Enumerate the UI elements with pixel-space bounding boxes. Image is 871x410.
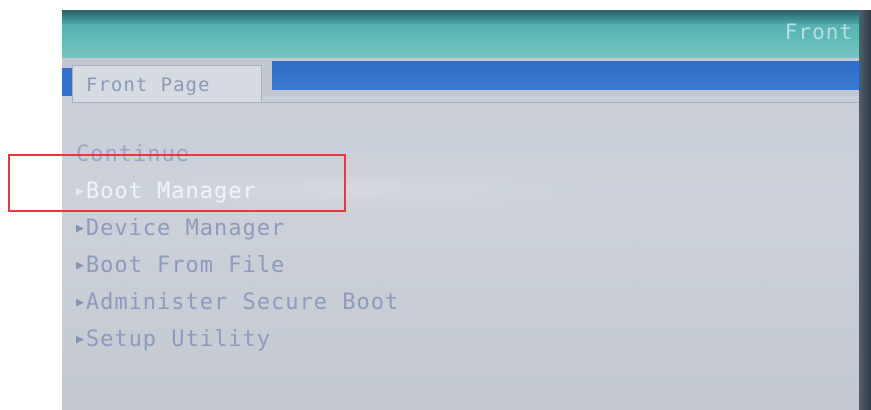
menu-item-label: Boot From File <box>85 253 286 278</box>
menu-item-administer-secure-boot[interactable]: ▶Administer Secure Boot <box>76 284 399 321</box>
menu-item-label: Setup Utility <box>85 327 272 352</box>
menu-item-boot-manager[interactable]: ▶Boot Manager <box>76 173 399 210</box>
header-shadow <box>62 10 871 24</box>
menu-item-label: Boot Manager <box>85 179 257 204</box>
menu-item-label: Administer Secure Boot <box>85 290 400 315</box>
triangle-right-icon: ▶ <box>76 295 85 310</box>
triangle-right-icon: ▶ <box>76 221 85 236</box>
menu-item-boot-from-file[interactable]: ▶Boot From File <box>76 247 399 284</box>
triangle-right-icon: ▶ <box>76 184 85 199</box>
menu-item-continue[interactable]: Continue <box>76 136 399 173</box>
menu-item-setup-utility[interactable]: ▶Setup Utility <box>76 321 399 358</box>
header-title: Front <box>784 20 853 44</box>
tab-front-page-label: Front Page <box>86 74 211 96</box>
tab-bar-left-segment <box>62 68 72 96</box>
menu-item-label: Device Manager <box>85 216 286 241</box>
triangle-right-icon: ▶ <box>76 258 85 273</box>
tab-bar-fill <box>272 61 859 90</box>
triangle-right-icon: ▶ <box>76 332 85 347</box>
menu-item-device-manager[interactable]: ▶Device Manager <box>76 210 399 247</box>
bios-screen-photo: Front Front Page Continue ▶Boot Manager … <box>62 10 871 410</box>
menu-item-label: Continue <box>76 142 190 167</box>
front-page-menu: Continue ▶Boot Manager ▶Device Manager ▶… <box>76 136 399 358</box>
screen-bezel-edge <box>859 10 871 410</box>
content-divider <box>72 102 859 103</box>
